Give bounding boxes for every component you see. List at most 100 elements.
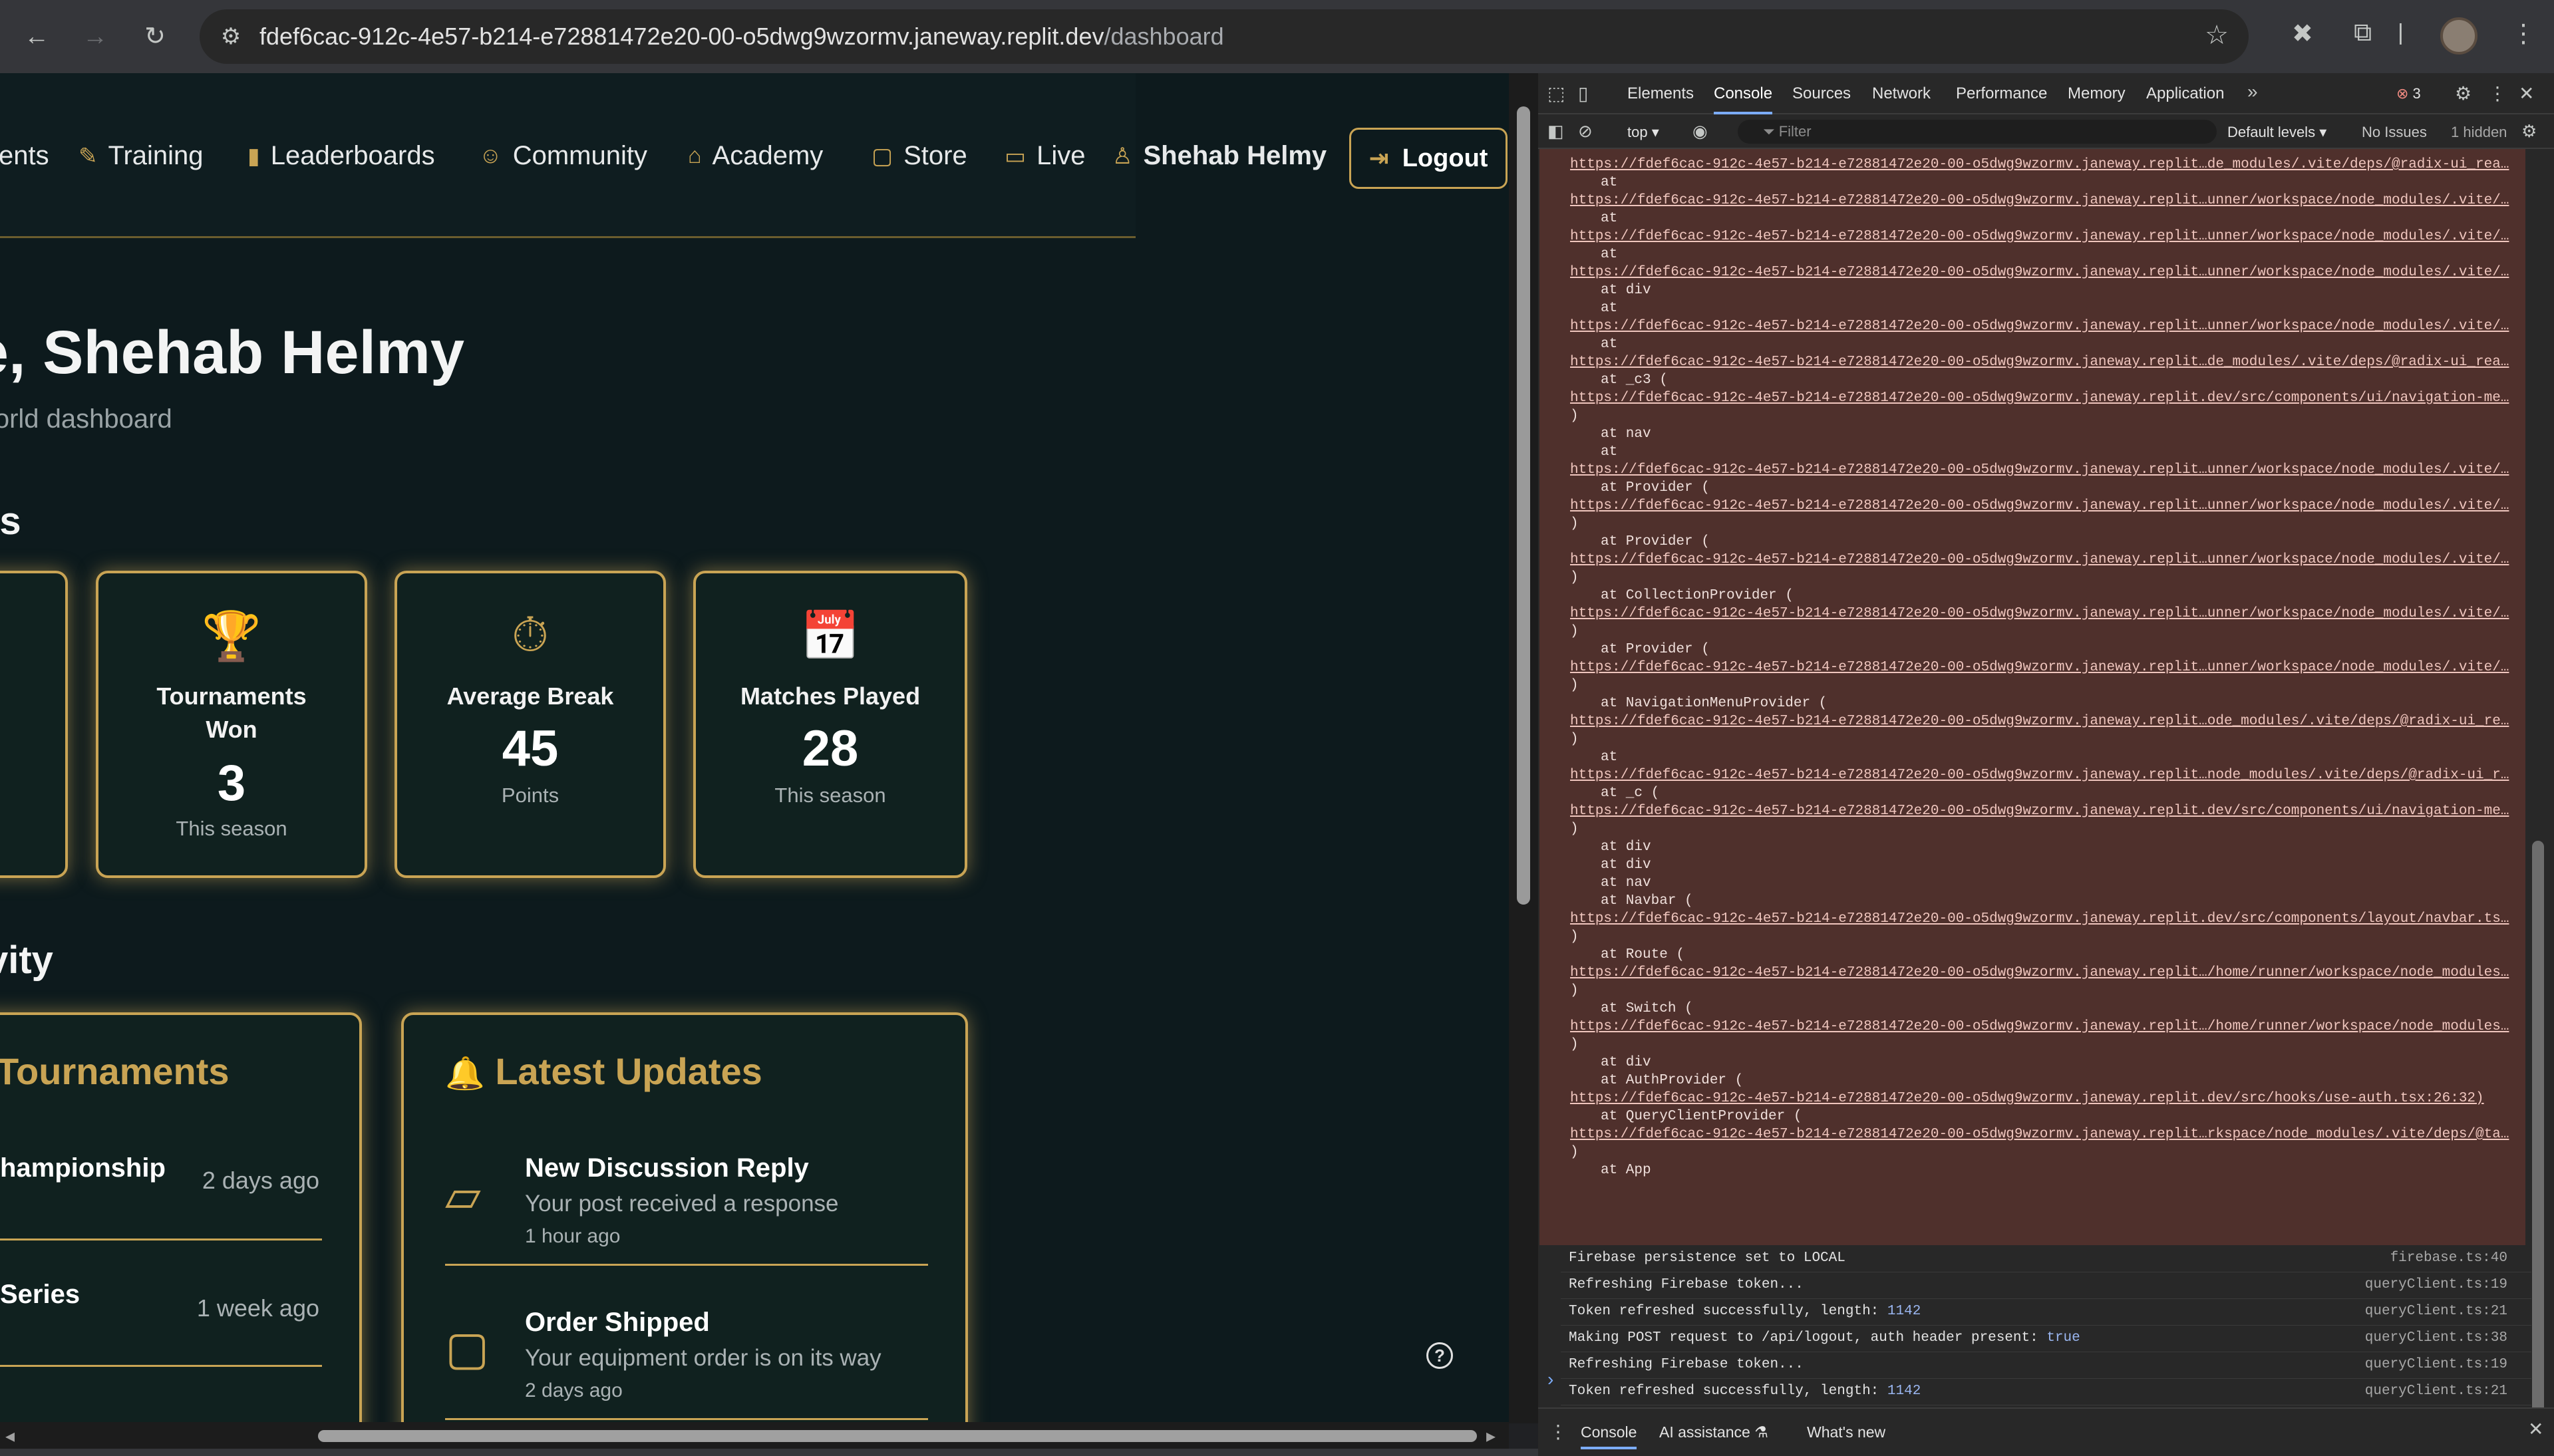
url-text[interactable]: fdef6cac-912c-4e57-b214-e72881472e20-00-… [259,23,1224,51]
console-source-link[interactable]: queryClient.ts:21 [2365,1383,2507,1399]
console-settings-icon[interactable]: ⚙ [2521,121,2537,142]
nav-item-training[interactable]: ✎ Training [79,141,204,171]
tab-network[interactable]: Network [1872,73,1931,114]
stack-trace-link[interactable]: https://fdef6cac-912c-4e57-b214-e7288147… [1570,229,2509,244]
stack-trace-link[interactable]: https://fdef6cac-912c-4e57-b214-e7288147… [1570,390,2509,406]
console-source-link[interactable]: firebase.ts:40 [2390,1250,2507,1266]
stack-trace-link[interactable]: https://fdef6cac-912c-4e57-b214-e7288147… [1570,606,2509,621]
nav-item-academy[interactable]: ⌂ Academy [688,141,823,171]
context-select[interactable]: top ▾ [1627,124,1659,141]
stat-value: 3 [217,755,246,811]
device-toolbar-icon[interactable]: ▯ [1578,82,1588,104]
tab-performance[interactable]: Performance [1956,73,2047,114]
stack-trace-link[interactable]: https://fdef6cac-912c-4e57-b214-e7288147… [1570,660,2509,675]
inspect-icon[interactable]: ⬚ [1547,82,1565,104]
stack-trace-link[interactable]: https://fdef6cac-912c-4e57-b214-e7288147… [1570,265,2509,280]
tab-memory[interactable]: Memory [2068,73,2126,114]
bookmark-star-icon[interactable]: ☆ [2205,20,2229,51]
tournament-name[interactable]: Series [0,1280,80,1310]
drawer-menu-icon[interactable]: ⋮ [1549,1421,1567,1443]
console-source-link[interactable]: queryClient.ts:21 [2365,1304,2507,1319]
stack-trace-link[interactable]: https://fdef6cac-912c-4e57-b214-e7288147… [1570,803,2509,819]
tournament-name[interactable]: hampionship [0,1153,166,1183]
stack-trace-link[interactable]: https://fdef6cac-912c-4e57-b214-e7288147… [1570,462,2509,478]
tab-elements[interactable]: Elements [1627,73,1694,114]
scrollbar-thumb[interactable] [2532,841,2544,1426]
stack-trace-link[interactable]: https://fdef6cac-912c-4e57-b214-e7288147… [1570,552,2509,567]
drawer-tab-whats-new[interactable]: What's new [1807,1423,1885,1441]
scrollbar-thumb[interactable] [1517,106,1530,905]
logout-button[interactable]: ⇥ Logout [1349,128,1508,189]
stack-trace-link[interactable]: https://fdef6cac-912c-4e57-b214-e7288147… [1570,1127,2509,1142]
dumbbell-icon: ✎ [79,143,98,169]
devtools-tabbar: ⬚ ▯ Elements Console Sources Network Per… [1538,73,2554,114]
settings-icon[interactable]: ⚙ [2455,82,2472,104]
stat-card-matches-played: 📅 Matches Played 28 This season [693,571,967,878]
sidebar-toggle-icon[interactable]: ◧ [1547,121,1564,142]
scroll-left-icon[interactable]: ◂ [5,1425,15,1447]
stack-trace-link[interactable]: https://fdef6cac-912c-4e57-b214-e7288147… [1570,1091,2484,1106]
stack-trace-link[interactable]: https://fdef6cac-912c-4e57-b214-e7288147… [1570,193,2509,208]
update-title[interactable]: Order Shipped [525,1308,710,1338]
issues-counter[interactable]: No Issues [2362,124,2427,141]
back-icon[interactable]: ← [20,20,53,53]
help-icon[interactable]: ? [1426,1342,1453,1369]
clear-console-icon[interactable]: ⊘ [1578,121,1593,142]
reload-icon[interactable]: ↻ [138,20,172,53]
address-bar[interactable]: ⚙ fdef6cac-912c-4e57-b214-e72881472e20-0… [200,9,2249,64]
update-title[interactable]: New Discussion Reply [525,1153,809,1183]
site-info-icon[interactable]: ⚙ [214,20,247,53]
extensions-puzzle-icon[interactable]: ⧉ [2354,19,2372,47]
nav-item-tournaments[interactable]: ents [0,141,49,171]
log-levels-select[interactable]: Default levels ▾ [2227,124,2326,141]
nav-item-live[interactable]: ▭ Live [1005,141,1086,171]
forward-icon[interactable]: → [79,20,112,53]
live-expression-eye-icon[interactable]: ◉ [1692,121,1708,142]
vertical-scrollbar[interactable] [1509,73,1538,1423]
stack-trace-link[interactable]: https://fdef6cac-912c-4e57-b214-e7288147… [1570,319,2509,334]
stack-trace-link[interactable]: https://fdef6cac-912c-4e57-b214-e7288147… [1570,714,2509,729]
stack-trace-link[interactable]: https://fdef6cac-912c-4e57-b214-e7288147… [1570,768,2509,783]
stack-trace-line: at Provider ( [1601,534,1710,549]
stack-trace-link[interactable]: https://fdef6cac-912c-4e57-b214-e7288147… [1570,157,2509,172]
error-count-badge[interactable]: ⊗ 3 [2396,85,2421,102]
close-icon[interactable]: ✕ [2519,82,2534,104]
stack-trace-link[interactable]: https://fdef6cac-912c-4e57-b214-e7288147… [1570,911,2509,927]
filter-input[interactable]: ⏷ Filter [1738,120,2217,144]
stack-trace-link[interactable]: https://fdef6cac-912c-4e57-b214-e7288147… [1570,1019,2509,1034]
tab-application[interactable]: Application [2146,73,2224,114]
console-message: Refreshing Firebase token... [1569,1277,1804,1292]
horizontal-scrollbar[interactable]: ◂ ▸ [0,1422,1509,1449]
close-drawer-icon[interactable]: ✕ [2528,1418,2543,1440]
drawer-tab-console[interactable]: Console [1581,1423,1637,1449]
monitor-icon: ▭ [1005,143,1027,169]
console-scrollbar[interactable] [2525,149,2552,1453]
extension-off-icon[interactable]: ✖ [2292,19,2313,49]
browser-toolbar: ← → ↻ ⚙ fdef6cac-912c-4e57-b214-e7288147… [0,0,2554,73]
scrollbar-thumb[interactable] [318,1430,1477,1442]
bar-chart-icon: ▮ [247,143,260,169]
nav-item-community[interactable]: ☺ Community [479,141,647,171]
stack-trace-link[interactable]: https://fdef6cac-912c-4e57-b214-e7288147… [1570,355,2509,370]
chrome-menu-icon[interactable]: ⋮ [2511,19,2536,49]
nav-item-leaderboards[interactable]: ▮ Leaderboards [247,141,435,171]
console-source-link[interactable]: queryClient.ts:19 [2365,1357,2507,1372]
more-tabs-icon[interactable]: » [2247,81,2258,102]
profile-avatar[interactable] [2440,17,2477,55]
nav-user[interactable]: ♙ Shehab Helmy [1112,141,1327,171]
stack-trace-line: at AuthProvider ( [1601,1073,1744,1088]
stack-trace-line: at App [1601,1163,1651,1178]
tab-sources[interactable]: Sources [1792,73,1851,114]
scroll-right-icon[interactable]: ▸ [1486,1425,1496,1447]
console-source-link[interactable]: queryClient.ts:19 [2365,1277,2507,1292]
console-prompt[interactable]: › [1547,1369,1553,1390]
console-source-link[interactable]: queryClient.ts:38 [2365,1330,2507,1346]
nav-item-store[interactable]: ▢ Store [872,141,967,171]
tab-console[interactable]: Console [1714,73,1773,114]
kebab-menu-icon[interactable]: ⋮ [2488,82,2507,104]
stack-trace-link[interactable]: https://fdef6cac-912c-4e57-b214-e7288147… [1570,498,2509,513]
stack-trace-link[interactable]: https://fdef6cac-912c-4e57-b214-e7288147… [1570,965,2509,980]
update-desc: Your equipment order is on its way [525,1345,881,1371]
flask-icon: ⚗ [1754,1423,1768,1441]
drawer-tab-ai-assistance[interactable]: AI assistance ⚗ [1659,1423,1768,1441]
